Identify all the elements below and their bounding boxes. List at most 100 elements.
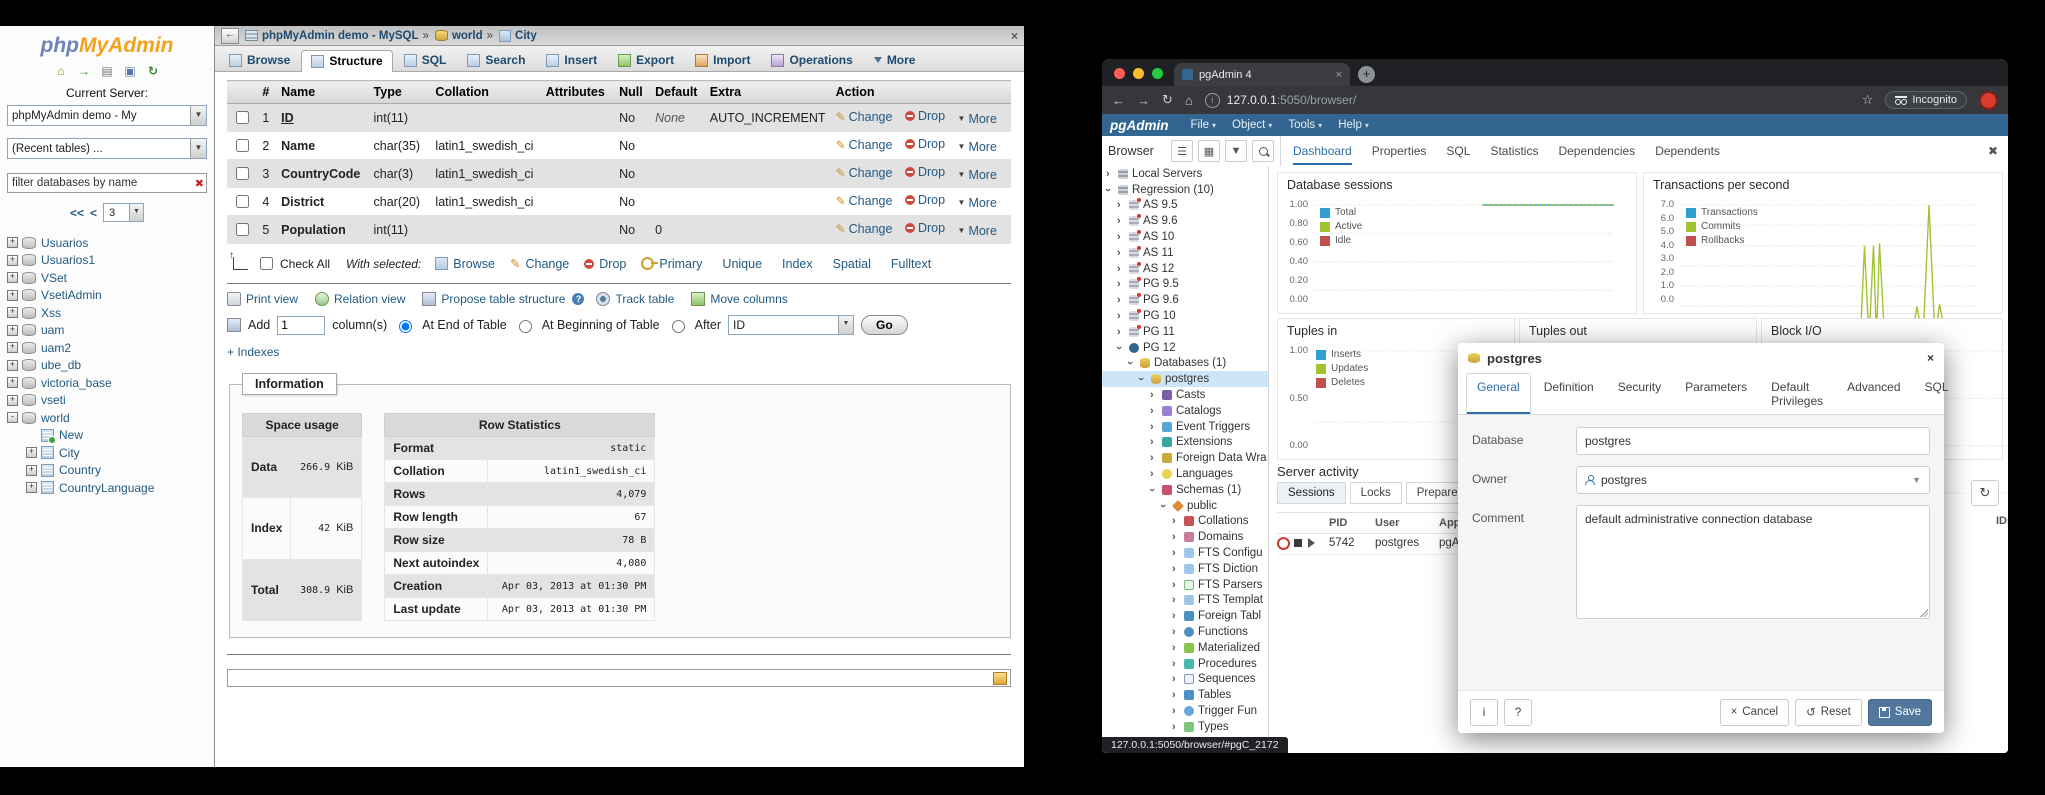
sql-window-icon[interactable] — [993, 672, 1007, 685]
tree-item[interactable]: Databases (1) — [1102, 356, 1268, 372]
menu-item[interactable]: Object — [1232, 119, 1272, 131]
chevron-icon[interactable] — [1172, 690, 1182, 700]
tab[interactable]: Export — [608, 49, 684, 71]
docs-icon[interactable]: ▣ — [122, 64, 138, 79]
breadcrumb-item[interactable]: phpMyAdmin demo - MySQL — [245, 30, 419, 42]
zoom-button[interactable] — [1152, 68, 1163, 79]
tree-item[interactable]: Event Triggers — [1102, 419, 1268, 435]
logout-icon[interactable]: → — [76, 64, 92, 79]
close-icon[interactable]: × — [1927, 351, 1934, 365]
help-icon[interactable] — [572, 293, 584, 305]
chevron-icon[interactable] — [1150, 390, 1160, 400]
chevron-icon[interactable] — [1128, 358, 1138, 368]
tab[interactable]: Security — [1607, 373, 1672, 414]
column-name[interactable]: Population — [281, 223, 346, 237]
tree-item[interactable]: Casts — [1102, 387, 1268, 403]
at-end-radio[interactable] — [399, 320, 412, 333]
tree-item[interactable]: PG 10 — [1102, 308, 1268, 324]
selected-action-link[interactable]: Index — [777, 257, 813, 271]
selected-action-link[interactable]: Primary — [641, 257, 702, 271]
database-tree-item[interactable]: Usuarios — [0, 234, 214, 252]
chevron-icon[interactable] — [1172, 564, 1182, 574]
server-select[interactable]: phpMyAdmin demo - My ▼ — [7, 105, 207, 126]
help-button[interactable]: ? — [1504, 699, 1532, 726]
after-column-select[interactable]: ID ▼ — [728, 315, 854, 335]
after-radio[interactable] — [672, 320, 685, 333]
add-column-count-input[interactable] — [277, 316, 325, 335]
site-info-icon[interactable]: i — [1205, 93, 1220, 108]
column-name[interactable]: CountryCode — [281, 167, 360, 181]
tree-item[interactable]: PG 9.6 — [1102, 292, 1268, 308]
chevron-icon[interactable] — [1106, 185, 1116, 195]
database-tree-item[interactable]: City — [0, 444, 214, 462]
tree-toggle-icon[interactable] — [7, 412, 18, 423]
row-checkbox[interactable] — [236, 111, 249, 124]
table-tool-link[interactable]: Print view — [227, 292, 303, 306]
tree-item[interactable]: FTS Templat — [1102, 593, 1268, 609]
chevron-icon[interactable] — [1172, 532, 1182, 542]
tree-toggle-icon[interactable] — [7, 307, 18, 318]
cancel-button[interactable]: ×Cancel — [1720, 699, 1790, 726]
tree-item[interactable]: public — [1102, 498, 1268, 514]
clear-filter-icon[interactable]: ✖ — [195, 177, 204, 190]
chevron-icon[interactable] — [1117, 295, 1127, 305]
tab[interactable]: Import — [685, 49, 760, 71]
tree-item[interactable]: Sequences — [1102, 672, 1268, 688]
tab[interactable]: Statistics — [1490, 137, 1538, 165]
menu-item[interactable]: Tools — [1288, 119, 1322, 131]
chevron-icon[interactable] — [1106, 169, 1116, 179]
pager-prev-link[interactable]: < — [90, 206, 97, 220]
table-tool-link[interactable]: Propose table structure — [422, 292, 584, 306]
drop-link[interactable]: Drop — [905, 165, 945, 179]
tree-item[interactable]: Types — [1102, 719, 1268, 735]
tree-item[interactable]: PG 11 — [1102, 324, 1268, 340]
check-all-checkbox[interactable] — [260, 257, 273, 270]
tree-item[interactable]: Tables — [1102, 687, 1268, 703]
more-link[interactable]: ▼More — [958, 168, 997, 182]
database-tree-item[interactable]: Country — [0, 462, 214, 480]
tree-item[interactable]: AS 11 — [1102, 245, 1268, 261]
close-panel-icon[interactable]: ✖ — [1988, 136, 2008, 166]
comment-textarea[interactable]: default administrative connection databa… — [1576, 505, 1930, 619]
tab[interactable]: Properties — [1372, 137, 1427, 165]
tree-item[interactable]: Domains — [1102, 529, 1268, 545]
tree-item[interactable]: AS 10 — [1102, 229, 1268, 245]
chevron-icon[interactable] — [1150, 406, 1160, 416]
tree-item[interactable]: AS 12 — [1102, 261, 1268, 277]
change-link[interactable]: ✎Change — [836, 194, 893, 208]
chevron-icon[interactable] — [1172, 595, 1182, 605]
chevron-icon[interactable] — [1172, 722, 1182, 732]
close-button[interactable] — [1114, 68, 1125, 79]
tree-toggle-icon[interactable] — [7, 325, 18, 336]
more-link[interactable]: ▼More — [958, 224, 997, 238]
tree-item[interactable]: Procedures — [1102, 656, 1268, 672]
chevron-icon[interactable] — [1117, 248, 1127, 258]
tab[interactable]: Insert — [536, 49, 607, 71]
tree-item[interactable]: Languages — [1102, 466, 1268, 482]
search-icon-button[interactable] — [1252, 140, 1274, 162]
chevron-icon[interactable] — [1150, 422, 1160, 432]
selected-action-link[interactable]: Browse — [435, 257, 495, 271]
column-name[interactable]: ID — [281, 111, 294, 125]
tree-item[interactable]: Trigger Fun — [1102, 703, 1268, 719]
sql-help-button[interactable]: i — [1470, 699, 1498, 726]
table-tool-link[interactable]: Relation view — [315, 292, 410, 306]
column-name[interactable]: Name — [281, 139, 315, 153]
tree-item[interactable]: Foreign Data Wra — [1102, 450, 1268, 466]
tree-toggle-icon[interactable] — [7, 377, 18, 388]
chevron-icon[interactable] — [1172, 643, 1182, 653]
tree-toggle-icon[interactable] — [7, 342, 18, 353]
chevron-icon[interactable] — [1117, 216, 1127, 226]
tree-item[interactable]: FTS Parsers — [1102, 577, 1268, 593]
tree-item[interactable]: Schemas (1) — [1102, 482, 1268, 498]
more-link[interactable]: ▼More — [958, 140, 997, 154]
home-icon[interactable]: ⌂ — [53, 64, 69, 79]
tree-item[interactable]: Materialized — [1102, 640, 1268, 656]
database-tree-item[interactable]: ube_db — [0, 357, 214, 375]
chevron-icon[interactable] — [1117, 232, 1127, 242]
new-tab-button[interactable]: + — [1358, 66, 1375, 83]
tab[interactable]: Structure — [301, 50, 392, 72]
tree-toggle-icon[interactable] — [7, 290, 18, 301]
chevron-icon[interactable] — [1172, 674, 1182, 684]
selected-action-link[interactable]: Drop — [584, 257, 626, 271]
